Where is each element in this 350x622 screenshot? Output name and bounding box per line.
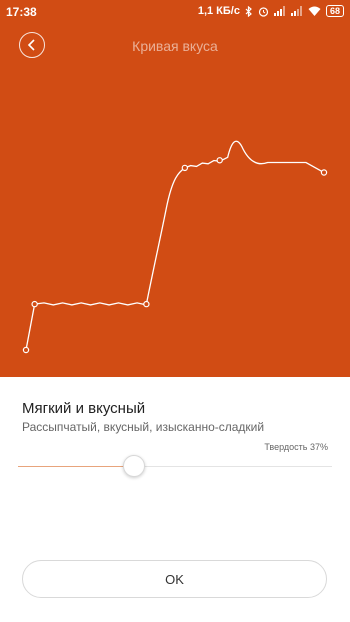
curve-control-point[interactable] (31, 300, 38, 308)
taste-curve-points (22, 157, 328, 354)
curve-control-point[interactable] (143, 300, 150, 308)
header-panel: 17:38 1,1 КБ/с 68 Кривая вкуса (0, 0, 350, 377)
hardness-slider-fill (18, 466, 135, 467)
curve-control-point[interactable] (181, 164, 189, 172)
taste-curve-chart[interactable] (0, 0, 350, 377)
curve-control-point[interactable] (216, 157, 223, 164)
hardness-slider[interactable] (18, 455, 332, 477)
taste-curve-line (25, 140, 325, 351)
hardness-slider-thumb[interactable] (123, 455, 146, 477)
hardness-label: Твердость 37% (264, 442, 328, 452)
dish-description: Рассыпчатый, вкусный, изысканно-сладкий (22, 420, 265, 434)
curve-control-point[interactable] (320, 169, 328, 176)
dish-name: Мягкий и вкусный (22, 400, 146, 417)
curve-control-point[interactable] (22, 346, 30, 354)
ok-button[interactable]: OK (22, 560, 327, 598)
